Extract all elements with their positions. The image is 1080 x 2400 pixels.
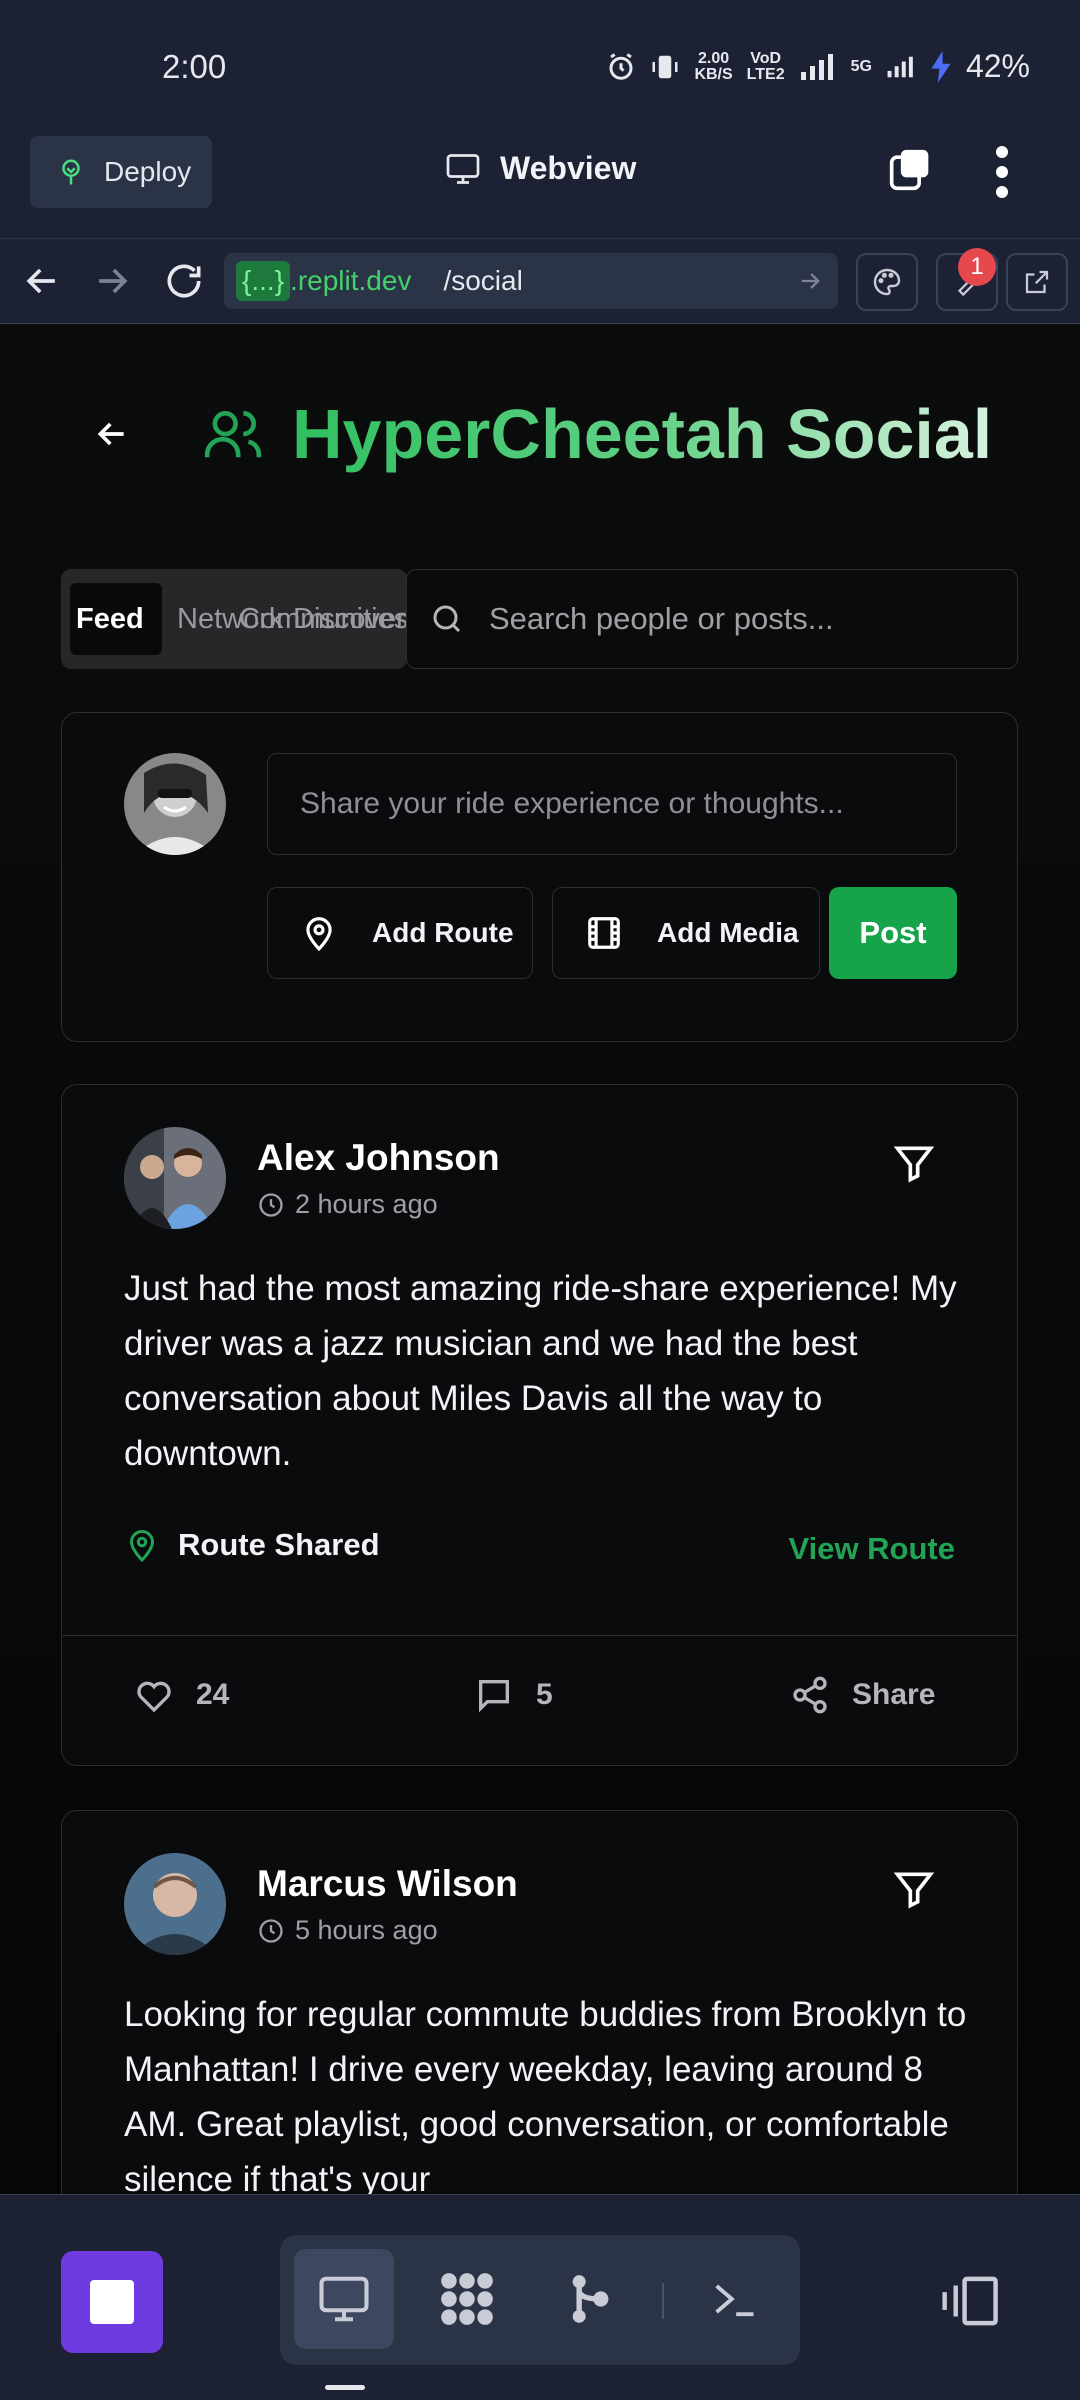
theme-button[interactable] — [856, 253, 918, 311]
comment-count: 5 — [536, 1678, 553, 1711]
post-text-input[interactable]: Share your ride experience or thoughts..… — [267, 753, 957, 855]
signal-icon — [800, 53, 833, 80]
bottom-toolbar — [0, 2194, 1080, 2400]
back-arrow-icon[interactable] — [20, 259, 64, 303]
filter-icon[interactable] — [892, 1867, 936, 1911]
stop-button[interactable] — [61, 2251, 163, 2353]
alarm-icon — [609, 52, 633, 80]
app-toolbar: Deploy Webview — [0, 130, 1080, 238]
external-link-icon — [1025, 270, 1049, 294]
status-bar: 2:00 2.00 KB/S VoD LTE2 5G 42% — [0, 0, 1080, 130]
users-icon — [204, 411, 262, 458]
tool-switcher — [280, 2235, 800, 2365]
comment-button[interactable]: 5 — [474, 1675, 553, 1715]
notification-badge: 1 — [958, 248, 996, 286]
page-back-icon[interactable] — [92, 414, 132, 454]
map-pin-icon — [129, 1530, 155, 1563]
film-icon — [588, 917, 620, 949]
filter-icon[interactable] — [892, 1141, 936, 1185]
webview-content: HyperCheetah Social Network Communities … — [0, 324, 1080, 2194]
avatar — [124, 1127, 226, 1229]
like-count: 24 — [196, 1678, 230, 1711]
add-route-button[interactable]: Add Route — [267, 887, 533, 979]
add-media-button[interactable]: Add Media — [552, 887, 820, 979]
post-timestamp: 2 hours ago — [257, 1189, 438, 1220]
host-badge: {...} — [236, 261, 291, 301]
heart-icon — [137, 1681, 171, 1713]
view-route-link[interactable]: View Route — [788, 1531, 955, 1567]
post-button[interactable]: Post — [829, 887, 957, 979]
post-author[interactable]: Marcus Wilson — [257, 1863, 518, 1905]
clock-icon — [259, 1192, 283, 1217]
url-bar: {...} .replit.dev /social — [0, 238, 1080, 324]
tabs-switcher-icon[interactable] — [888, 148, 932, 192]
url-path: /social — [443, 265, 523, 296]
go-arrow-icon[interactable] — [796, 267, 824, 295]
share-button[interactable]: Share — [790, 1675, 935, 1715]
status-icons: 2.00 KB/S VoD LTE2 5G 42% — [606, 48, 1030, 85]
avatar — [124, 753, 226, 855]
post-composer: Share your ride experience or thoughts..… — [61, 712, 1018, 1042]
monitor-icon — [446, 153, 480, 184]
shell-tool-button[interactable] — [684, 2249, 784, 2349]
battery-level: 42% — [965, 48, 1030, 84]
volte-indicator: VoD LTE2 — [746, 49, 785, 83]
tab-discover[interactable]: Discover — [293, 583, 406, 655]
like-button[interactable]: 24 — [134, 1675, 229, 1715]
network-type: 5G — [850, 57, 872, 75]
post-body: Just had the most amazing ride-share exp… — [124, 1269, 957, 1473]
clock-icon — [259, 1918, 283, 1943]
feed-post: Alex Johnson 2 hours ago Just had the mo… — [61, 1084, 1018, 1766]
map-pin-icon — [306, 917, 332, 952]
url-host: .replit.dev — [290, 265, 412, 296]
divider — [62, 1635, 1017, 1636]
branch-icon — [572, 2275, 609, 2323]
terminal-icon — [715, 2284, 754, 2317]
post-body: Looking for regular commute buddies from… — [124, 1995, 967, 2194]
divider — [662, 2283, 664, 2319]
dock-panel-icon[interactable] — [938, 2273, 1000, 2329]
signal-2-icon — [887, 56, 913, 77]
deploy-icon — [62, 159, 80, 185]
status-time: 2:00 — [162, 48, 227, 85]
search-input[interactable]: Search people or posts... — [406, 569, 1018, 669]
agent-grid-icon — [441, 2273, 493, 2325]
deploy-button[interactable]: Deploy — [30, 136, 212, 208]
home-indicator — [325, 2385, 365, 2390]
reload-icon[interactable] — [162, 259, 206, 303]
charging-icon — [931, 50, 951, 83]
address-field[interactable]: {...} .replit.dev /social — [224, 253, 838, 309]
page-header: HyperCheetah Social — [92, 394, 992, 474]
feed-tabs: Network Communities Discover Feed — [61, 569, 407, 669]
deploy-label: Deploy — [104, 156, 192, 187]
vibrate-icon — [652, 55, 678, 78]
page-title: HyperCheetah Social — [292, 395, 993, 473]
monitor-icon — [319, 2276, 369, 2322]
comment-icon — [479, 1680, 509, 1713]
feed-post: Marcus Wilson 5 hours ago Looking for re… — [61, 1810, 1018, 2194]
open-external-button[interactable] — [1006, 253, 1068, 311]
avatar — [124, 1853, 226, 1955]
route-shared-label: Route Shared — [124, 1525, 380, 1565]
agent-tool-button[interactable] — [417, 2249, 517, 2349]
git-tool-button[interactable] — [540, 2249, 640, 2349]
webview-tool-button[interactable] — [294, 2249, 394, 2349]
stop-icon — [90, 2280, 134, 2324]
webview-tab-title: Webview — [444, 150, 636, 187]
more-options-icon[interactable] — [990, 144, 1014, 200]
search-icon — [433, 605, 461, 633]
net-speed: 2.00 KB/S — [694, 49, 733, 83]
share-icon — [793, 1676, 827, 1714]
forward-arrow-icon[interactable] — [90, 259, 134, 303]
search-placeholder: Search people or posts... — [489, 601, 834, 636]
palette-icon — [873, 268, 901, 296]
post-author[interactable]: Alex Johnson — [257, 1137, 500, 1179]
post-timestamp: 5 hours ago — [257, 1915, 438, 1946]
tab-feed[interactable]: Feed — [70, 583, 162, 655]
